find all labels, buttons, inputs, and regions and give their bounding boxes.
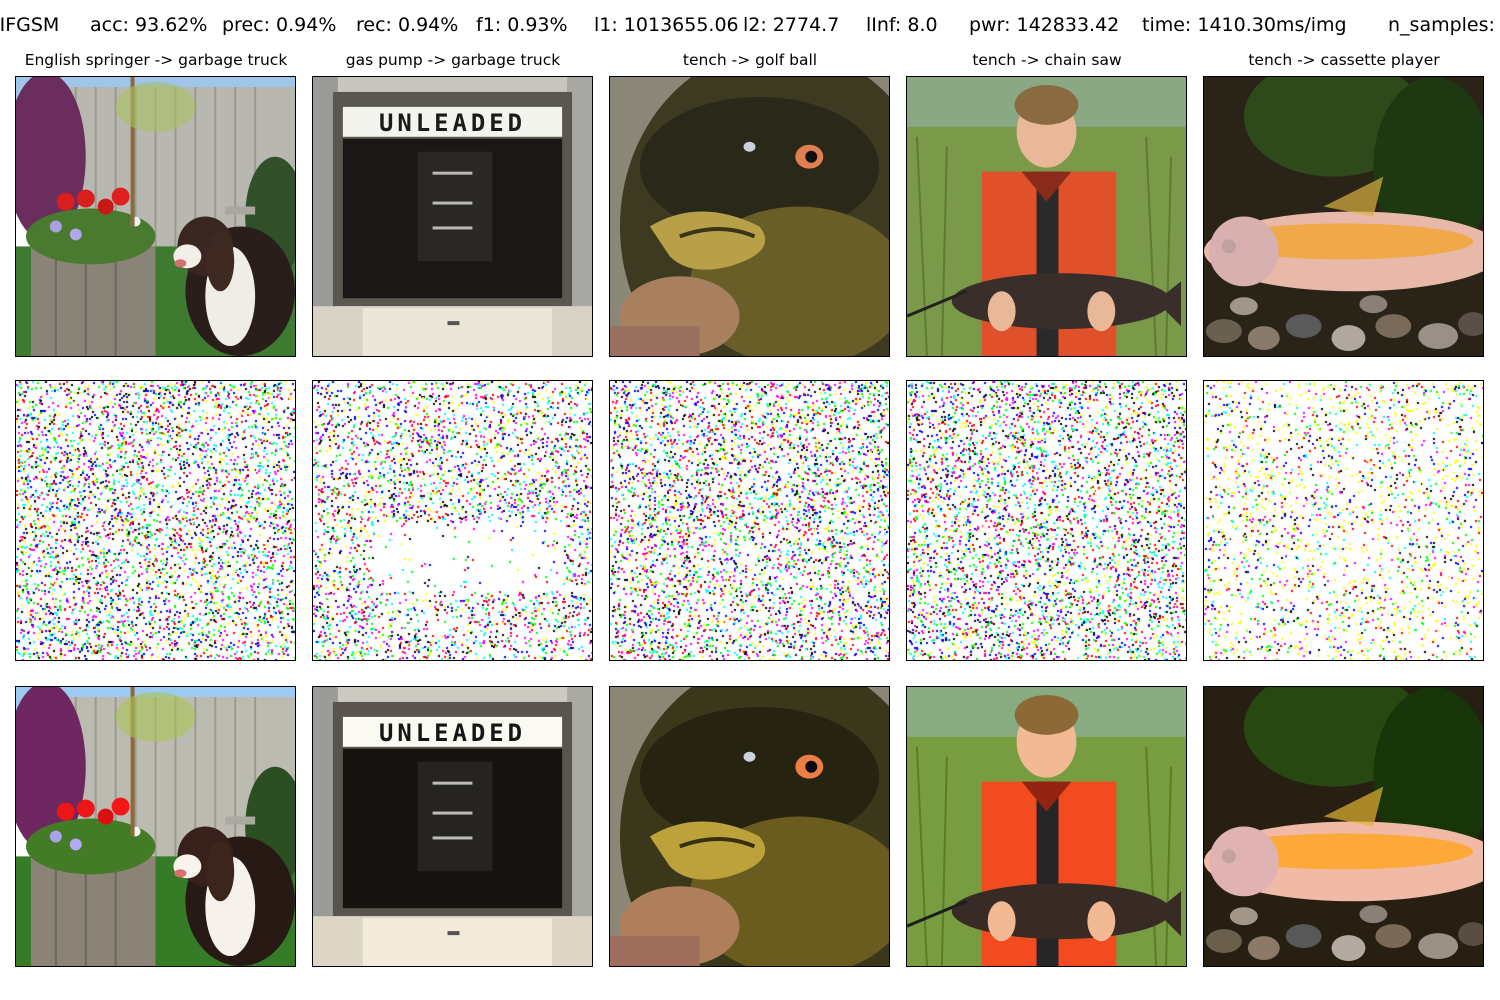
perturbation-map-1 [15,380,296,661]
tench-closeup-illustration [610,77,889,356]
noise-canvas-4 [907,381,1186,660]
perturbation-map-2 [312,380,593,661]
sample-count-metric: n_samples: [1388,14,1495,36]
perturbation-map-3 [609,380,890,661]
goldfish-illustration [1204,77,1483,356]
adversarial-unleaded-sign-text: UNLEADED [379,719,526,747]
springer-dog-illustration [16,77,295,356]
adversarial-illustration [610,687,889,966]
adversarial-image-boy-with-tench [906,686,1187,967]
power-metric: pwr: 142833.42 [969,14,1120,36]
noise-canvas-2 [313,381,592,660]
adversarial-image-gas-pump: UNLEADED [312,686,593,967]
perturbation-map-4 [906,380,1187,661]
precision-metric: prec: 0.94% [222,14,337,36]
original-image-gas-pump: UNLEADED [312,76,593,357]
adversarial-image-tench-closeup [609,686,890,967]
original-image-goldfish [1203,76,1484,357]
original-image-springer [15,76,296,357]
unleaded-sign-text: UNLEADED [379,109,526,137]
noise-canvas-5 [1204,381,1483,660]
perturbation-map-5 [1203,380,1484,661]
column-title-1: English springer -> garbage truck [24,51,288,69]
noise-canvas-3 [610,381,889,660]
adversarial-illustration: UNLEADED [313,687,592,966]
time-metric: time: 1410.30ms/img [1142,14,1347,36]
adversarial-illustration [16,687,295,966]
column-title-4: tench -> chain saw [972,51,1122,69]
adversarial-illustration [907,687,1186,966]
accuracy-metric: acc: 93.62% [90,14,208,36]
linf-metric: lInf: 8.0 [866,14,938,36]
metrics-header: IIFGSM acc: 93.62% prec: 0.94% rec: 0.94… [0,14,1500,44]
adversarial-illustration [1204,687,1483,966]
adversarial-image-goldfish [1203,686,1484,967]
column-title-5: tench -> cassette player [1248,51,1440,69]
column-title-2: gas pump -> garbage truck [345,51,561,69]
attack-name: IIFGSM [0,14,60,36]
l2-metric: l2: 2774.7 [743,14,840,36]
noise-canvas-1 [16,381,295,660]
adversarial-image-springer [15,686,296,967]
original-image-tench-closeup [609,76,890,357]
boy-with-fish-illustration [907,77,1186,356]
recall-metric: rec: 0.94% [356,14,459,36]
gas-pump-illustration: UNLEADED [313,77,592,356]
f1-metric: f1: 0.93% [476,14,568,36]
l1-metric: l1: 1013655.06 [594,14,739,36]
original-image-boy-with-tench [906,76,1187,357]
column-title-3: tench -> golf ball [682,51,818,69]
